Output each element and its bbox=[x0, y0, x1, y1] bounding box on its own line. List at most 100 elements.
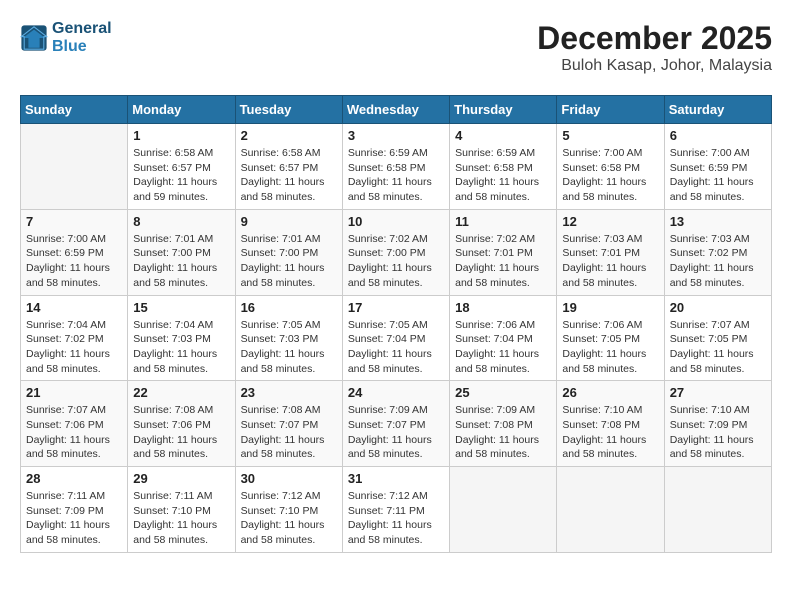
weekday-header-row: SundayMondayTuesdayWednesdayThursdayFrid… bbox=[21, 96, 772, 124]
day-number: 29 bbox=[133, 471, 229, 486]
day-info: Sunrise: 7:10 AM Sunset: 7:08 PM Dayligh… bbox=[562, 403, 658, 462]
calendar-day-cell: 13 Sunrise: 7:03 AM Sunset: 7:02 PM Dayli… bbox=[664, 209, 771, 295]
calendar-day-cell bbox=[450, 467, 557, 553]
day-info: Sunrise: 7:06 AM Sunset: 7:04 PM Dayligh… bbox=[455, 318, 551, 377]
calendar-day-cell: 2 Sunrise: 6:58 AM Sunset: 6:57 PM Daylig… bbox=[235, 124, 342, 210]
calendar-day-cell bbox=[664, 467, 771, 553]
day-number: 8 bbox=[133, 214, 229, 229]
day-info: Sunrise: 7:01 AM Sunset: 7:00 PM Dayligh… bbox=[133, 232, 229, 291]
day-number: 18 bbox=[455, 300, 551, 315]
day-number: 10 bbox=[348, 214, 444, 229]
day-info: Sunrise: 7:04 AM Sunset: 7:03 PM Dayligh… bbox=[133, 318, 229, 377]
day-number: 3 bbox=[348, 128, 444, 143]
calendar-day-cell: 18 Sunrise: 7:06 AM Sunset: 7:04 PM Dayli… bbox=[450, 295, 557, 381]
day-number: 27 bbox=[670, 385, 766, 400]
day-number: 24 bbox=[348, 385, 444, 400]
logo: General Blue bbox=[20, 20, 112, 55]
day-number: 6 bbox=[670, 128, 766, 143]
day-info: Sunrise: 7:06 AM Sunset: 7:05 PM Dayligh… bbox=[562, 318, 658, 377]
weekday-header-cell: Tuesday bbox=[235, 96, 342, 124]
calendar-day-cell: 20Sunrise: 7:07 AM Sunset: 7:05 PM Dayli… bbox=[664, 295, 771, 381]
day-number: 4 bbox=[455, 128, 551, 143]
calendar-day-cell: 4Sunrise: 6:59 AM Sunset: 6:58 PM Daylig… bbox=[450, 124, 557, 210]
calendar-day-cell: 23Sunrise: 7:08 AM Sunset: 7:07 PM Dayli… bbox=[235, 381, 342, 467]
calendar-day-cell: 19 Sunrise: 7:06 AM Sunset: 7:05 PM Dayli… bbox=[557, 295, 664, 381]
day-number: 17 bbox=[348, 300, 444, 315]
day-info: Sunrise: 7:11 AM Sunset: 7:09 PM Dayligh… bbox=[26, 489, 122, 548]
calendar-day-cell: 26 Sunrise: 7:10 AM Sunset: 7:08 PM Dayli… bbox=[557, 381, 664, 467]
calendar-day-cell: 1 Sunrise: 6:58 AM Sunset: 6:57 PM Daylig… bbox=[128, 124, 235, 210]
title-section: December 2025 Buloh Kasap, Johor, Malays… bbox=[537, 20, 772, 75]
calendar-day-cell: 25Sunrise: 7:09 AM Sunset: 7:08 PM Dayli… bbox=[450, 381, 557, 467]
calendar-day-cell: 3 Sunrise: 6:59 AM Sunset: 6:58 PM Daylig… bbox=[342, 124, 449, 210]
calendar-day-cell: 21 Sunrise: 7:07 AM Sunset: 7:06 PM Dayli… bbox=[21, 381, 128, 467]
calendar-table: SundayMondayTuesdayWednesdayThursdayFrid… bbox=[20, 95, 772, 553]
day-info: Sunrise: 7:02 AM Sunset: 7:00 PM Dayligh… bbox=[348, 232, 444, 291]
day-info: Sunrise: 7:08 AM Sunset: 7:06 PM Dayligh… bbox=[133, 403, 229, 462]
day-number: 5 bbox=[562, 128, 658, 143]
logo-text-line1: General bbox=[52, 20, 112, 38]
calendar-day-cell bbox=[21, 124, 128, 210]
day-info: Sunrise: 7:07 AM Sunset: 7:06 PM Dayligh… bbox=[26, 403, 122, 462]
calendar-day-cell: 22 Sunrise: 7:08 AM Sunset: 7:06 PM Dayli… bbox=[128, 381, 235, 467]
calendar-day-cell: 31Sunrise: 7:12 AM Sunset: 7:11 PM Dayli… bbox=[342, 467, 449, 553]
calendar-day-cell: 28Sunrise: 7:11 AM Sunset: 7:09 PM Dayli… bbox=[21, 467, 128, 553]
day-info: Sunrise: 6:58 AM Sunset: 6:57 PM Dayligh… bbox=[241, 146, 337, 205]
day-info: Sunrise: 7:03 AM Sunset: 7:01 PM Dayligh… bbox=[562, 232, 658, 291]
weekday-header-cell: Saturday bbox=[664, 96, 771, 124]
day-number: 1 bbox=[133, 128, 229, 143]
day-number: 31 bbox=[348, 471, 444, 486]
calendar-day-cell: 14 Sunrise: 7:04 AM Sunset: 7:02 PM Dayli… bbox=[21, 295, 128, 381]
day-info: Sunrise: 7:02 AM Sunset: 7:01 PM Dayligh… bbox=[455, 232, 551, 291]
day-info: Sunrise: 7:05 AM Sunset: 7:03 PM Dayligh… bbox=[241, 318, 337, 377]
calendar-body: 1 Sunrise: 6:58 AM Sunset: 6:57 PM Daylig… bbox=[21, 124, 772, 553]
calendar-day-cell: 5Sunrise: 7:00 AM Sunset: 6:58 PM Daylig… bbox=[557, 124, 664, 210]
day-info: Sunrise: 7:04 AM Sunset: 7:02 PM Dayligh… bbox=[26, 318, 122, 377]
weekday-header-cell: Thursday bbox=[450, 96, 557, 124]
calendar-day-cell: 24 Sunrise: 7:09 AM Sunset: 7:07 PM Dayli… bbox=[342, 381, 449, 467]
day-number: 23 bbox=[241, 385, 337, 400]
logo-icon bbox=[20, 24, 48, 52]
calendar-week-row: 1 Sunrise: 6:58 AM Sunset: 6:57 PM Daylig… bbox=[21, 124, 772, 210]
calendar-day-cell: 9Sunrise: 7:01 AM Sunset: 7:00 PM Daylig… bbox=[235, 209, 342, 295]
weekday-header-cell: Sunday bbox=[21, 96, 128, 124]
day-number: 26 bbox=[562, 385, 658, 400]
day-info: Sunrise: 6:59 AM Sunset: 6:58 PM Dayligh… bbox=[348, 146, 444, 205]
calendar-day-cell: 16 Sunrise: 7:05 AM Sunset: 7:03 PM Dayli… bbox=[235, 295, 342, 381]
month-year-title: December 2025 bbox=[537, 20, 772, 57]
day-number: 16 bbox=[241, 300, 337, 315]
day-number: 13 bbox=[670, 214, 766, 229]
day-number: 2 bbox=[241, 128, 337, 143]
weekday-header-cell: Friday bbox=[557, 96, 664, 124]
day-number: 19 bbox=[562, 300, 658, 315]
day-info: Sunrise: 6:58 AM Sunset: 6:57 PM Dayligh… bbox=[133, 146, 229, 205]
day-number: 25 bbox=[455, 385, 551, 400]
calendar-day-cell: 27 Sunrise: 7:10 AM Sunset: 7:09 PM Dayli… bbox=[664, 381, 771, 467]
day-info: Sunrise: 7:01 AM Sunset: 7:00 PM Dayligh… bbox=[241, 232, 337, 291]
calendar-week-row: 21 Sunrise: 7:07 AM Sunset: 7:06 PM Dayli… bbox=[21, 381, 772, 467]
calendar-day-cell: 30 Sunrise: 7:12 AM Sunset: 7:10 PM Dayli… bbox=[235, 467, 342, 553]
location-subtitle: Buloh Kasap, Johor, Malaysia bbox=[537, 57, 772, 75]
day-info: Sunrise: 7:10 AM Sunset: 7:09 PM Dayligh… bbox=[670, 403, 766, 462]
calendar-day-cell: 15Sunrise: 7:04 AM Sunset: 7:03 PM Dayli… bbox=[128, 295, 235, 381]
calendar-week-row: 14 Sunrise: 7:04 AM Sunset: 7:02 PM Dayli… bbox=[21, 295, 772, 381]
day-info: Sunrise: 7:03 AM Sunset: 7:02 PM Dayligh… bbox=[670, 232, 766, 291]
day-info: Sunrise: 7:05 AM Sunset: 7:04 PM Dayligh… bbox=[348, 318, 444, 377]
day-number: 21 bbox=[26, 385, 122, 400]
day-number: 22 bbox=[133, 385, 229, 400]
day-info: Sunrise: 7:12 AM Sunset: 7:10 PM Dayligh… bbox=[241, 489, 337, 548]
calendar-day-cell bbox=[557, 467, 664, 553]
day-info: Sunrise: 7:09 AM Sunset: 7:07 PM Dayligh… bbox=[348, 403, 444, 462]
day-info: Sunrise: 7:00 AM Sunset: 6:59 PM Dayligh… bbox=[670, 146, 766, 205]
weekday-header-cell: Wednesday bbox=[342, 96, 449, 124]
calendar-week-row: 7Sunrise: 7:00 AM Sunset: 6:59 PM Daylig… bbox=[21, 209, 772, 295]
day-number: 20 bbox=[670, 300, 766, 315]
calendar-day-cell: 29Sunrise: 7:11 AM Sunset: 7:10 PM Dayli… bbox=[128, 467, 235, 553]
logo-text-line2: Blue bbox=[52, 38, 112, 56]
day-number: 30 bbox=[241, 471, 337, 486]
day-number: 14 bbox=[26, 300, 122, 315]
weekday-header-cell: Monday bbox=[128, 96, 235, 124]
day-number: 11 bbox=[455, 214, 551, 229]
calendar-day-cell: 11 Sunrise: 7:02 AM Sunset: 7:01 PM Dayli… bbox=[450, 209, 557, 295]
day-number: 12 bbox=[562, 214, 658, 229]
